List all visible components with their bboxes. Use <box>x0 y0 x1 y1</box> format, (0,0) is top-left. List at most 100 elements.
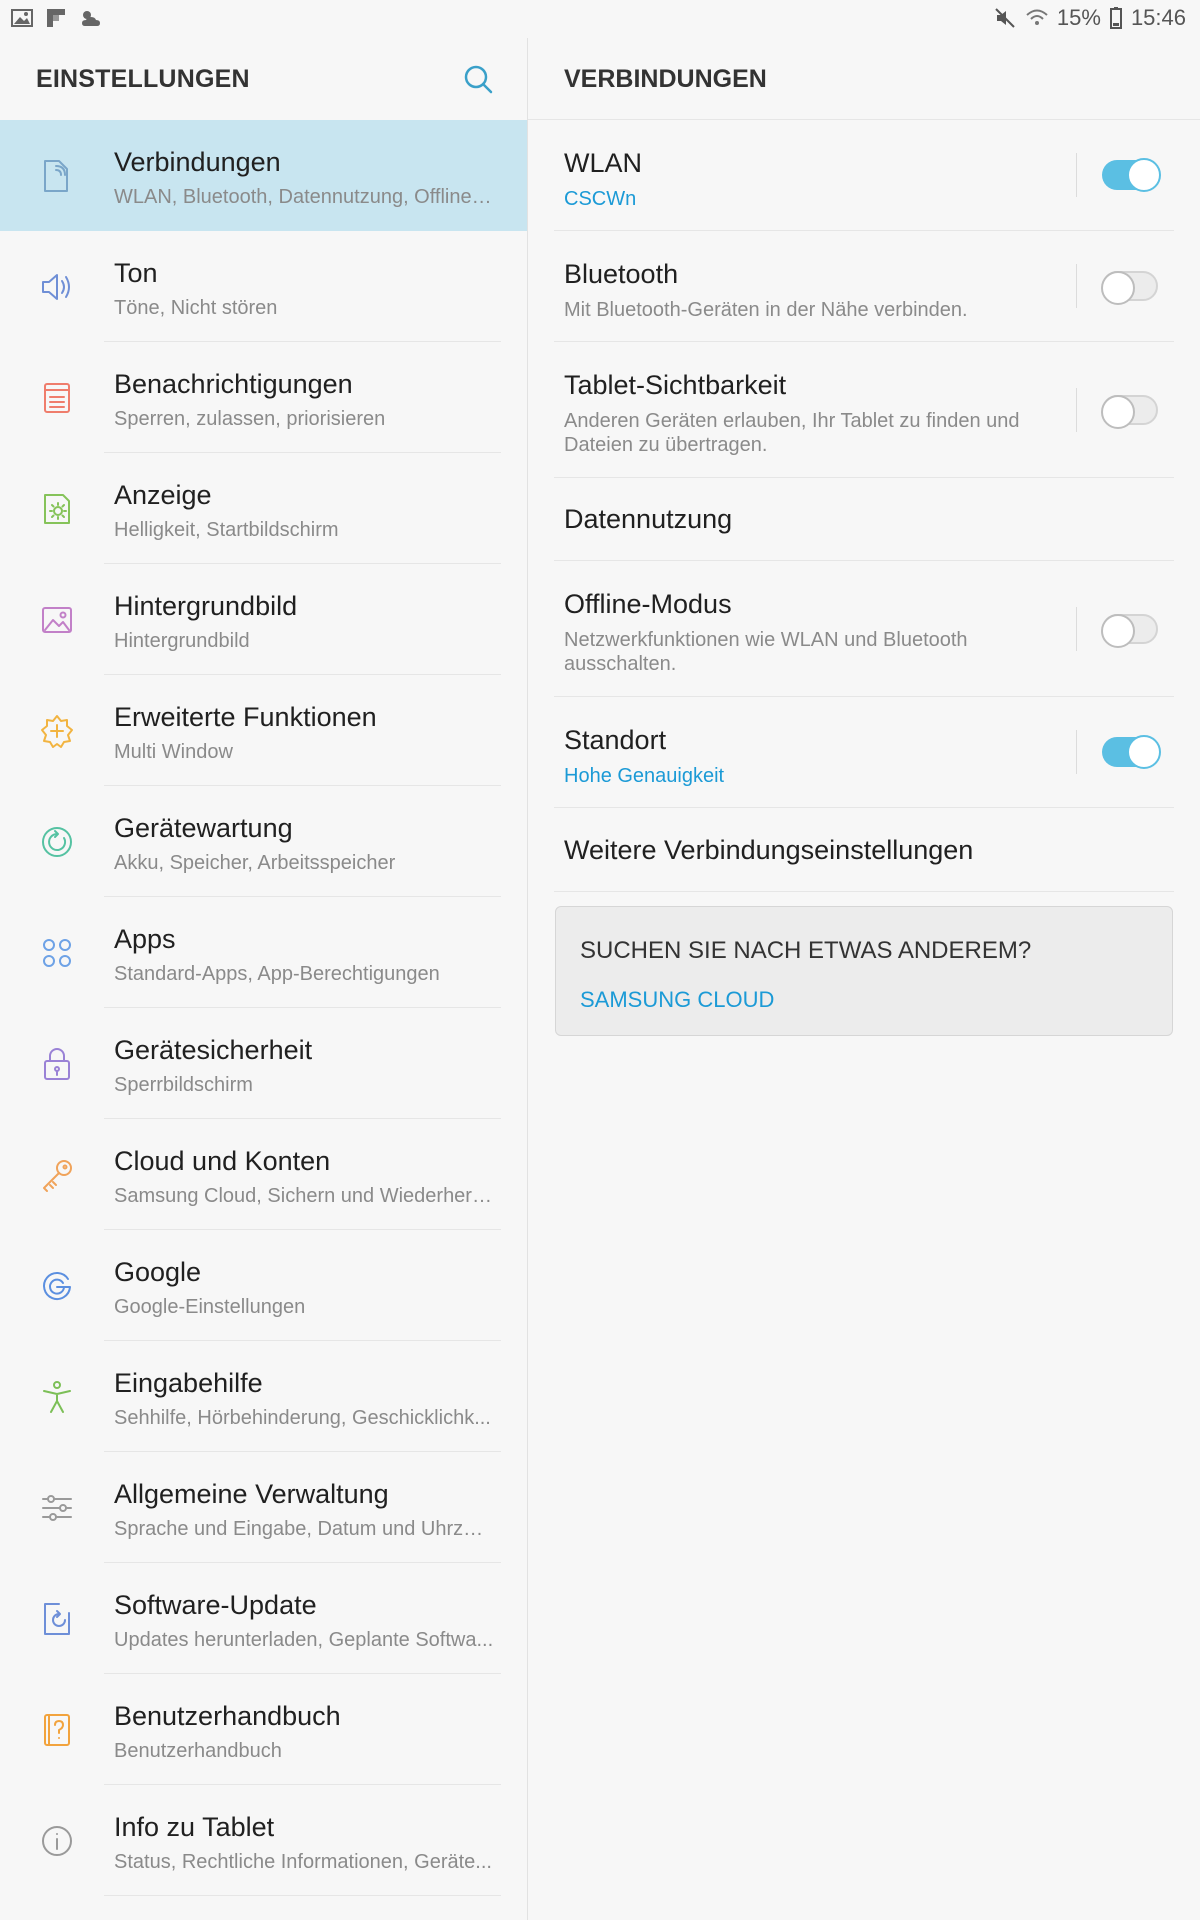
menu-item-title: Gerätewartung <box>114 813 293 843</box>
menu-item-subtitle: Sprache und Eingabe, Datum und Uhrzeit..… <box>114 1518 494 1540</box>
menu-item-cloud-und-konten[interactable]: Cloud und Konten Samsung Cloud, Sichern u… <box>0 1119 527 1230</box>
menu-item-erweiterte-funktionen[interactable]: Erweiterte Funktionen Multi Window <box>0 675 527 786</box>
google-icon <box>43 1272 71 1300</box>
toggle-switch[interactable] <box>1102 735 1161 769</box>
lock-icon <box>44 1048 70 1080</box>
menu-item-benachrichtigungen[interactable]: Benachrichtigungen Sperren, zulassen, pri… <box>0 342 527 453</box>
settings-menu-list: Verbindungen WLAN, Bluetooth, Datennutzun… <box>0 120 527 1896</box>
setting-row-datennutzung[interactable]: Datennutzung <box>528 478 1200 561</box>
toggle-knob <box>1101 395 1135 429</box>
menu-item-subtitle: Sperrbildschirm <box>114 1074 253 1096</box>
divider <box>1076 153 1077 197</box>
menu-item-software-update[interactable]: Software-Update Updates herunterladen, Ge… <box>0 1563 527 1674</box>
menu-item-allgemeine-verwaltung[interactable]: Allgemeine Verwaltung Sprache und Eingabe… <box>0 1452 527 1563</box>
setting-title: Bluetooth <box>564 259 679 289</box>
toggle-knob <box>1101 614 1135 648</box>
clock: 15:46 <box>1130 5 1186 30</box>
settings-menu-pane: EINSTELLUNGEN Verbindungen WLAN, Bluetoot… <box>0 38 527 1920</box>
menu-item-title: Verbindungen <box>114 147 281 177</box>
advanced-features-icon <box>41 715 73 748</box>
setting-title: Standort <box>564 725 667 755</box>
setting-title: Datennutzung <box>564 504 733 534</box>
menu-item-hintergrundbild[interactable]: Hintergrundbild Hintergrundbild <box>0 564 527 675</box>
menu-item-verbindungen[interactable]: Verbindungen WLAN, Bluetooth, Datennutzun… <box>0 120 527 231</box>
divider <box>1076 730 1077 774</box>
setting-subtitle: Anderen Geräten erlauben, Ihr Tablet zu … <box>564 410 1020 456</box>
menu-item-subtitle: Helligkeit, Startbildschirm <box>114 519 339 541</box>
sound-icon <box>42 274 70 300</box>
toggle-switch[interactable] <box>1101 395 1158 429</box>
menu-item-title: Gerätesicherheit <box>114 1035 313 1065</box>
toggle-knob <box>1127 158 1161 192</box>
toggle-knob <box>1101 271 1135 305</box>
menu-item-title: Benutzerhandbuch <box>114 1701 341 1731</box>
setting-row-wlan[interactable]: WLAN CSCWn <box>528 120 1200 231</box>
apps-icon <box>43 939 71 967</box>
divider <box>104 1895 501 1896</box>
menu-item-subtitle: Töne, Nicht stören <box>114 297 278 319</box>
setting-title: WLAN <box>564 148 643 178</box>
menu-item-subtitle: Sehhilfe, Hörbehinderung, Geschicklichk.… <box>114 1407 491 1429</box>
toggle-switch[interactable] <box>1101 614 1158 648</box>
page-title: EINSTELLUNGEN <box>36 65 250 93</box>
search-icon[interactable] <box>458 60 498 100</box>
sliders-icon <box>42 1495 72 1521</box>
accessibility-icon <box>43 1381 71 1413</box>
device-maintenance-icon <box>42 827 72 857</box>
gallery-icon <box>11 9 33 27</box>
setting-row-weitere-verbindungseinstellungen[interactable]: Weitere Verbindungseinstellungen <box>528 808 1200 892</box>
menu-item-title: Anzeige <box>114 480 212 510</box>
menu-item-subtitle: Benutzerhandbuch <box>114 1740 282 1762</box>
menu-item-title: Hintergrundbild <box>114 591 298 621</box>
menu-item-gerätesicherheit[interactable]: Gerätesicherheit Sperrbildschirm <box>0 1008 527 1119</box>
setting-subtitle: Netzwerkfunktionen wie WLAN und Bluetoot… <box>564 629 968 675</box>
menu-item-title: Benachrichtigungen <box>114 369 353 399</box>
menu-item-subtitle: Updates herunterladen, Geplante Softwa..… <box>114 1629 494 1651</box>
toggle-switch[interactable] <box>1101 271 1158 305</box>
display-icon <box>44 494 70 524</box>
setting-subtitle: Mit Bluetooth-Geräten in der Nähe verbin… <box>564 299 968 321</box>
menu-item-title: Cloud und Konten <box>114 1146 331 1176</box>
menu-item-title: Apps <box>114 924 176 954</box>
menu-item-apps[interactable]: Apps Standard-Apps, App-Berechtigungen <box>0 897 527 1008</box>
menu-item-subtitle: Samsung Cloud, Sichern und Wiederhers... <box>114 1185 494 1207</box>
flipboard-icon <box>47 9 65 27</box>
key-icon <box>43 1160 72 1192</box>
menu-item-anzeige[interactable]: Anzeige Helligkeit, Startbildschirm <box>0 453 527 564</box>
menu-item-subtitle: Standard-Apps, App-Berechtigungen <box>114 963 440 985</box>
toggle-knob <box>1127 735 1161 769</box>
setting-title: Offline-Modus <box>564 589 732 619</box>
menu-item-google[interactable]: Google Google-Einstellungen <box>0 1230 527 1341</box>
user-manual-icon <box>44 1714 70 1746</box>
setting-row-tablet-sichtbarkeit[interactable]: Tablet-Sichtbarkeit Anderen Geräten erlau… <box>528 342 1200 478</box>
setting-row-bluetooth[interactable]: Bluetooth Mit Bluetooth-Geräten in der Nä… <box>528 231 1200 342</box>
setting-row-standort[interactable]: Standort Hohe Genauigkeit <box>528 697 1200 808</box>
setting-subtitle: Hohe Genauigkeit <box>564 765 725 787</box>
info-icon <box>42 1826 72 1856</box>
wifi-icon <box>1026 9 1048 25</box>
menu-item-ton[interactable]: Ton Töne, Nicht stören <box>0 231 527 342</box>
connections-icon <box>44 160 68 192</box>
status-bar: 15% 15:46 <box>0 0 1200 38</box>
menu-item-title: Allgemeine Verwaltung <box>114 1479 389 1509</box>
menu-item-eingabehilfe[interactable]: Eingabehilfe Sehhilfe, Hörbehinderung, Ge… <box>0 1341 527 1452</box>
menu-item-subtitle: Google-Einstellungen <box>114 1296 306 1318</box>
menu-item-gerätewartung[interactable]: Gerätewartung Akku, Speicher, Arbeitsspei… <box>0 786 527 897</box>
setting-row-offline-modus[interactable]: Offline-Modus Netzwerkfunktionen wie WLAN… <box>528 561 1200 697</box>
divider <box>1076 388 1077 432</box>
divider <box>1076 607 1077 651</box>
connections-pane: VERBINDUNGEN WLAN CSCWn Bluetooth Mit Bluet… <box>528 38 1200 1920</box>
menu-item-benutzerhandbuch[interactable]: Benutzerhandbuch Benutzerhandbuch <box>0 1674 527 1785</box>
notifications-icon <box>44 383 70 413</box>
menu-item-title: Software-Update <box>114 1590 317 1620</box>
divider <box>554 891 1174 892</box>
suggestion-card: SUCHEN SIE NACH ETWAS ANDEREM? SAMSUNG C… <box>555 906 1173 1036</box>
settings-header: EINSTELLUNGEN <box>0 38 527 120</box>
menu-item-title: Info zu Tablet <box>114 1812 275 1842</box>
menu-item-subtitle: Status, Rechtliche Informationen, Geräte… <box>114 1851 492 1873</box>
samsung-cloud-link[interactable]: SAMSUNG CLOUD <box>580 987 774 1013</box>
menu-item-info-zu-tablet[interactable]: Info zu Tablet Status, Rechtliche Informa… <box>0 1785 527 1896</box>
toggle-switch[interactable] <box>1102 158 1161 192</box>
menu-item-subtitle: Sperren, zulassen, priorisieren <box>114 408 386 430</box>
battery-icon <box>1109 7 1122 29</box>
